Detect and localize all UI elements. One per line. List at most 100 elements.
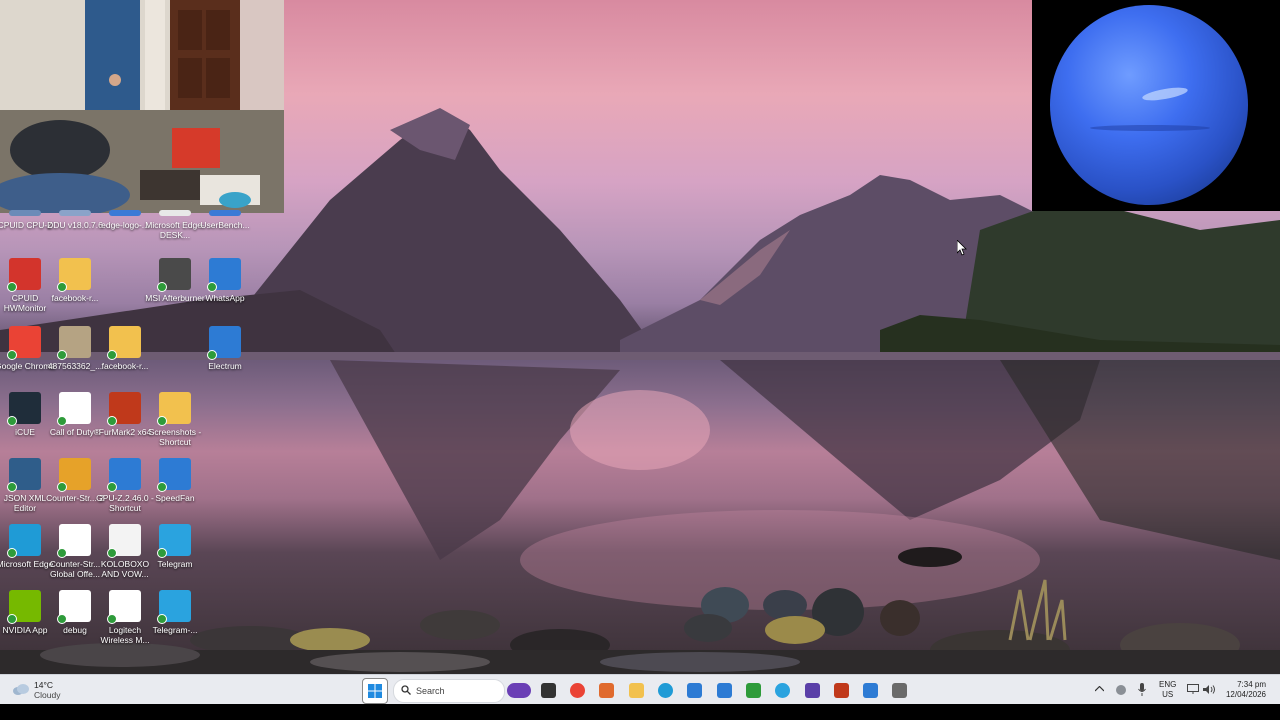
app-icon	[107, 392, 141, 426]
taskbar-widget-button[interactable]	[507, 678, 531, 702]
desktop-icon[interactable]: facebook-r...	[95, 326, 155, 371]
show-hidden-icons-icon[interactable]	[1095, 686, 1104, 692]
taskbar-settings-button[interactable]	[888, 678, 912, 702]
region-label: US	[1162, 690, 1174, 699]
desktop-icon[interactable]: Telegram	[145, 524, 205, 569]
desktop-icon-label: Telegram	[157, 559, 193, 569]
app-icon	[207, 326, 241, 360]
sync-check-icon	[57, 282, 67, 292]
app-icon	[107, 590, 141, 624]
furmark-icon	[833, 682, 849, 698]
clock[interactable]: 7:34 pm 12/04/2026	[1226, 680, 1266, 700]
windows-icon	[368, 684, 382, 698]
desktop-icon-label: UserBench...	[200, 220, 250, 230]
store-icon	[716, 682, 732, 698]
app-icon	[157, 458, 191, 492]
desktop-icon[interactable]: WhatsApp	[195, 258, 255, 303]
desktop-icon-label: Screenshots - Shortcut	[148, 427, 202, 447]
app-icon	[57, 458, 91, 492]
taskbar-store-button[interactable]	[712, 678, 736, 702]
taskbar-discord-button[interactable]	[741, 678, 765, 702]
app-icon	[7, 258, 41, 292]
sync-check-icon	[7, 548, 17, 558]
sync-check-icon	[7, 282, 17, 292]
desktop[interactable]: CPUID CPU-Z DDU v18.0.7.6 edge-logo-... Mic…	[0, 0, 1280, 674]
taskbar-chrome-button[interactable]	[566, 678, 590, 702]
app-icon	[7, 392, 41, 426]
taskbar-app2-button[interactable]	[800, 678, 824, 702]
sync-check-icon	[157, 614, 167, 624]
taskbar-outlook-button[interactable]	[683, 678, 707, 702]
sync-check-icon	[7, 350, 17, 360]
sync-check-icon	[57, 482, 67, 492]
sync-check-icon	[157, 482, 167, 492]
app-icon	[209, 210, 241, 216]
sync-check-icon	[57, 548, 67, 558]
file-explorer-icon	[628, 682, 644, 698]
settings-icon	[892, 682, 908, 698]
desktop-icon-label: WhatsApp	[205, 293, 245, 303]
app-icon	[157, 590, 191, 624]
app-icon	[9, 210, 41, 216]
language-label: ENG	[1159, 680, 1177, 689]
telegram-icon	[775, 682, 791, 698]
sync-check-icon	[57, 614, 67, 624]
app-icon	[7, 590, 41, 624]
sync-check-icon	[107, 482, 117, 492]
edge-icon	[658, 682, 673, 698]
sync-check-icon	[7, 614, 17, 624]
taskbar: 14°C Cloudy Search ENG US 7:34 pm 12/04/…	[0, 674, 1280, 705]
desktop-icon[interactable]: Screenshots - Shortcut	[145, 392, 205, 447]
sync-check-icon	[207, 350, 217, 360]
app-icon	[599, 682, 615, 698]
app-icon	[157, 258, 191, 292]
app-icon	[157, 392, 191, 426]
taskbar-app3-button[interactable]	[859, 678, 883, 702]
desktop-icon-label: facebook-r...	[51, 293, 99, 303]
app-icon	[109, 210, 141, 216]
taskbar-task-view-button[interactable]	[536, 678, 560, 702]
taskbar-furmark-button[interactable]	[829, 678, 853, 702]
display-icon[interactable]	[1187, 684, 1199, 695]
sync-check-icon	[7, 416, 17, 426]
desktop-icon[interactable]: Telegram-...	[145, 590, 205, 635]
sync-check-icon	[207, 282, 217, 292]
microphone-icon[interactable]	[1138, 683, 1146, 696]
taskbar-app-button[interactable]	[595, 678, 619, 702]
app-icon	[57, 326, 91, 360]
start-button[interactable]	[362, 678, 388, 704]
app-icon	[207, 258, 241, 292]
app-icon	[159, 210, 191, 216]
app-icon	[107, 458, 141, 492]
app-icon	[57, 392, 91, 426]
sync-check-icon	[157, 548, 167, 558]
app-icon	[157, 524, 191, 558]
app-icon	[107, 326, 141, 360]
taskbar-file-explorer-button[interactable]	[624, 678, 648, 702]
app-icon	[57, 590, 91, 624]
sync-check-icon	[107, 350, 117, 360]
widget-icon	[507, 682, 531, 698]
planet-overlay	[1032, 0, 1280, 211]
network-tray-icon[interactable]	[1115, 684, 1127, 695]
cloud-icon	[13, 684, 29, 695]
desktop-icon[interactable]: SpeedFan	[145, 458, 205, 503]
sync-check-icon	[157, 282, 167, 292]
taskbar-telegram-button[interactable]	[771, 678, 795, 702]
app-icon	[7, 326, 41, 360]
sync-check-icon	[57, 416, 67, 426]
search-box[interactable]: Search	[393, 679, 505, 703]
volume-icon[interactable]	[1203, 684, 1216, 695]
desktop-icon[interactable]: UserBench...	[195, 210, 255, 230]
app-icon	[7, 524, 41, 558]
sync-check-icon	[57, 350, 67, 360]
sync-check-icon	[157, 416, 167, 426]
desktop-icon[interactable]: facebook-r...	[45, 258, 105, 303]
neptune-image	[1050, 5, 1248, 205]
desktop-icon-label: Electrum	[208, 361, 242, 371]
taskbar-edge-button[interactable]	[654, 678, 678, 702]
desktop-icon[interactable]: Electrum	[195, 326, 255, 371]
app-icon	[59, 210, 91, 216]
desktop-icon-label: facebook-r...	[101, 361, 149, 371]
language-indicator[interactable]: ENG US	[1159, 680, 1176, 700]
